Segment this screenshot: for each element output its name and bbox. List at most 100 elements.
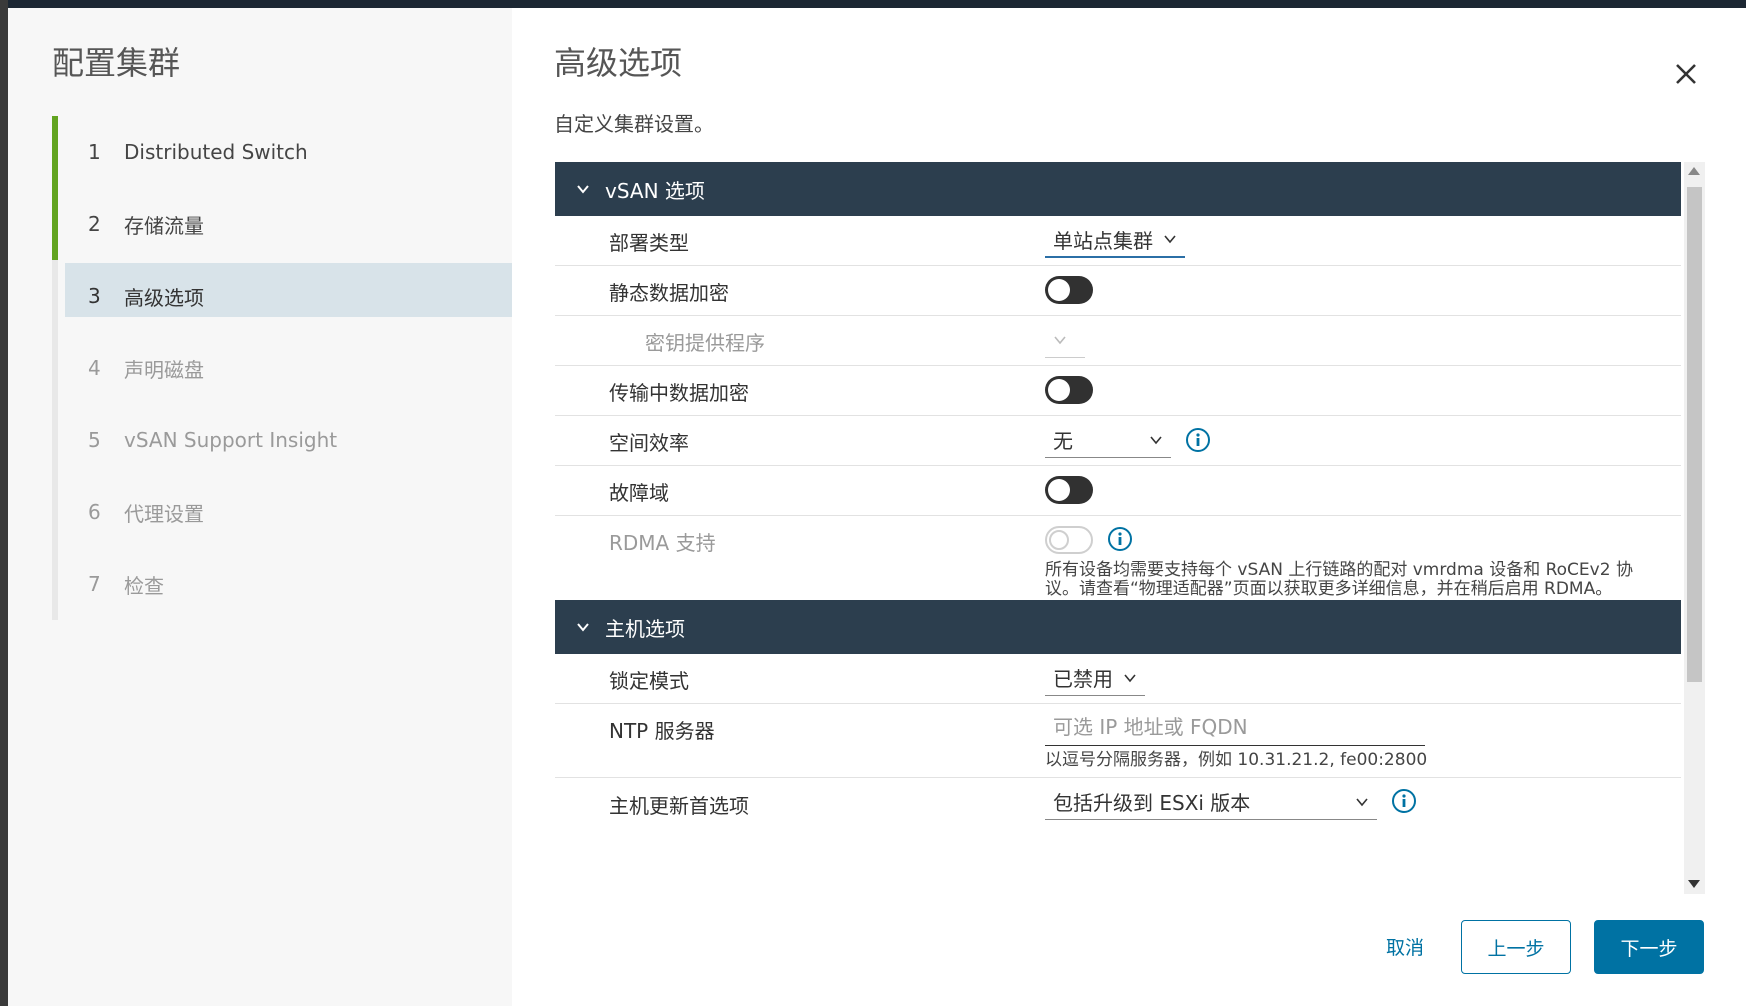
options-scroll-panel: vSAN 选项 部署类型 单站点集群 静态数据加密 密钥提供程序 传输中数据加密… bbox=[555, 162, 1705, 894]
select-value: 已禁用 bbox=[1053, 667, 1113, 691]
page-title: 高级选项 bbox=[554, 44, 683, 82]
row-kms-provider: 密钥提供程序 bbox=[555, 316, 1681, 366]
chevron-down-icon bbox=[1150, 435, 1162, 444]
rdma-help-text: 所有设备均需要支持每个 vSAN 上行链路的配对 vmrdma 设备和 RoCE… bbox=[1045, 561, 1665, 599]
step-number: 7 bbox=[88, 572, 101, 596]
panel-scrollbar[interactable] bbox=[1684, 162, 1705, 894]
vsan-options-header[interactable]: vSAN 选项 bbox=[555, 162, 1681, 216]
rdma-support-toggle bbox=[1045, 526, 1093, 554]
ntp-help-text: 以逗号分隔服务器，例如 10.31.21.2, fe00:2800 bbox=[1045, 750, 1428, 770]
step-progress-bar bbox=[52, 476, 58, 548]
step-progress-bar bbox=[52, 548, 58, 620]
page-subtitle: 自定义集群设置。 bbox=[554, 112, 714, 136]
chevron-down-icon bbox=[1356, 797, 1368, 806]
field-label: 静态数据加密 bbox=[609, 281, 729, 305]
step-label: 检查 bbox=[124, 573, 164, 598]
host-options-header[interactable]: 主机选项 bbox=[555, 600, 1681, 654]
step-distributed-switch[interactable]: 1 Distributed Switch bbox=[52, 116, 512, 188]
row-fault-domains: 故障域 bbox=[555, 466, 1681, 516]
info-icon[interactable] bbox=[1391, 788, 1417, 814]
field-label: 密钥提供程序 bbox=[645, 331, 765, 355]
step-label: 高级选项 bbox=[124, 285, 204, 310]
field-label: 传输中数据加密 bbox=[609, 381, 749, 405]
lockdown-mode-select[interactable]: 已禁用 bbox=[1045, 660, 1145, 696]
section-title: vSAN 选项 bbox=[605, 178, 705, 203]
step-number: 2 bbox=[88, 212, 101, 236]
info-icon[interactable] bbox=[1185, 427, 1211, 453]
configure-cluster-dialog: 配置集群 1 Distributed Switch 2 存储流量 3 高级选项 … bbox=[8, 8, 1746, 1006]
step-advanced-options[interactable]: 3 高级选项 bbox=[52, 260, 512, 332]
cancel-button[interactable]: 取消 bbox=[1358, 920, 1452, 972]
row-rdma-support: RDMA 支持 所有设备均需要支持每个 vSAN 上行链路的配对 vmrdma … bbox=[555, 516, 1681, 599]
row-deployment-type: 部署类型 单站点集群 bbox=[555, 216, 1681, 266]
row-data-at-rest-encryption: 静态数据加密 bbox=[555, 266, 1681, 316]
toggle-knob bbox=[1049, 530, 1069, 550]
help-line: 所有设备均需要支持每个 vSAN 上行链路的配对 vmrdma 设备和 RoCE… bbox=[1045, 560, 1633, 580]
step-number: 6 bbox=[88, 500, 101, 524]
step-progress-bar bbox=[52, 332, 58, 404]
field-label: 部署类型 bbox=[609, 231, 689, 255]
back-button[interactable]: 上一步 bbox=[1461, 920, 1571, 974]
scroll-down-arrow-icon[interactable] bbox=[1688, 880, 1700, 888]
wizard-title: 配置集群 bbox=[52, 44, 181, 82]
field-label: 故障域 bbox=[609, 481, 669, 505]
section-title: 主机选项 bbox=[605, 616, 685, 641]
scrollbar-thumb[interactable] bbox=[1687, 187, 1702, 682]
field-label: 空间效率 bbox=[609, 431, 689, 455]
step-number: 4 bbox=[88, 356, 101, 380]
chevron-down-icon bbox=[577, 623, 589, 632]
background-app-edge bbox=[0, 0, 8, 1006]
step-progress-bar bbox=[52, 188, 58, 260]
field-label: 锁定模式 bbox=[609, 669, 689, 693]
next-button[interactable]: 下一步 bbox=[1594, 920, 1704, 974]
fault-domains-toggle[interactable] bbox=[1045, 476, 1093, 504]
row-space-efficiency: 空间效率 无 bbox=[555, 416, 1681, 466]
chevron-down-icon bbox=[577, 185, 589, 194]
step-number: 1 bbox=[88, 140, 101, 164]
step-label: vSAN Support Insight bbox=[124, 428, 338, 452]
step-progress-bar bbox=[52, 116, 58, 188]
select-value: 单站点集群 bbox=[1053, 228, 1153, 253]
step-label: 存储流量 bbox=[124, 213, 204, 238]
step-storage-traffic[interactable]: 2 存储流量 bbox=[52, 188, 512, 260]
scroll-up-arrow-icon[interactable] bbox=[1688, 167, 1700, 175]
step-vsan-support-insight: 5 vSAN Support Insight bbox=[52, 404, 512, 476]
data-at-rest-encryption-toggle[interactable] bbox=[1045, 276, 1093, 304]
data-in-transit-encryption-toggle[interactable] bbox=[1045, 376, 1093, 404]
host-update-preference-select[interactable]: 包括升级到 ESXi 版本 bbox=[1045, 784, 1377, 820]
row-ntp-servers: NTP 服务器 以逗号分隔服务器，例如 10.31.21.2, fe00:280… bbox=[555, 704, 1681, 778]
wizard-steps: 1 Distributed Switch 2 存储流量 3 高级选项 4 声明磁… bbox=[52, 116, 512, 620]
step-progress-bar bbox=[52, 404, 58, 476]
toggle-knob bbox=[1048, 479, 1070, 501]
step-claim-disks: 4 声明磁盘 bbox=[52, 332, 512, 404]
space-efficiency-select[interactable]: 无 bbox=[1045, 422, 1171, 458]
chevron-down-icon bbox=[1164, 235, 1176, 244]
step-label: 声明磁盘 bbox=[124, 357, 204, 382]
chevron-down-icon bbox=[1124, 673, 1136, 682]
deployment-type-select[interactable]: 单站点集群 bbox=[1045, 222, 1185, 258]
toggle-knob bbox=[1048, 379, 1070, 401]
background-app-header bbox=[0, 0, 1746, 8]
step-label: 代理设置 bbox=[124, 501, 204, 526]
row-host-update-preference: 主机更新首选项 包括升级到 ESXi 版本 bbox=[555, 778, 1681, 838]
field-label: NTP 服务器 bbox=[609, 719, 715, 743]
select-value: 包括升级到 ESXi 版本 bbox=[1053, 791, 1251, 815]
step-progress-bar bbox=[52, 260, 58, 332]
select-value: 无 bbox=[1053, 429, 1073, 453]
help-line: 议。请查看“物理适配器”页面以获取更多详细信息，并在稍后启用 RDMA。 bbox=[1045, 579, 1613, 599]
info-icon[interactable] bbox=[1107, 526, 1133, 552]
step-number: 3 bbox=[88, 284, 101, 308]
toggle-knob bbox=[1048, 279, 1070, 301]
wizard-content: 高级选项 自定义集群设置。 vSAN 选项 部署类型 单站点集群 静态数据加密 … bbox=[512, 8, 1746, 1006]
row-lockdown-mode: 锁定模式 已禁用 bbox=[555, 654, 1681, 704]
close-icon[interactable] bbox=[1668, 56, 1704, 92]
row-data-in-transit-encryption: 传输中数据加密 bbox=[555, 366, 1681, 416]
step-review: 7 检查 bbox=[52, 548, 512, 620]
step-number: 5 bbox=[88, 428, 101, 452]
step-proxy-settings: 6 代理设置 bbox=[52, 476, 512, 548]
ntp-server-input[interactable] bbox=[1045, 708, 1425, 746]
chevron-down-icon bbox=[1054, 335, 1066, 344]
wizard-sidebar: 配置集群 1 Distributed Switch 2 存储流量 3 高级选项 … bbox=[8, 8, 512, 1006]
field-label: RDMA 支持 bbox=[609, 531, 716, 555]
field-label: 主机更新首选项 bbox=[609, 794, 749, 818]
